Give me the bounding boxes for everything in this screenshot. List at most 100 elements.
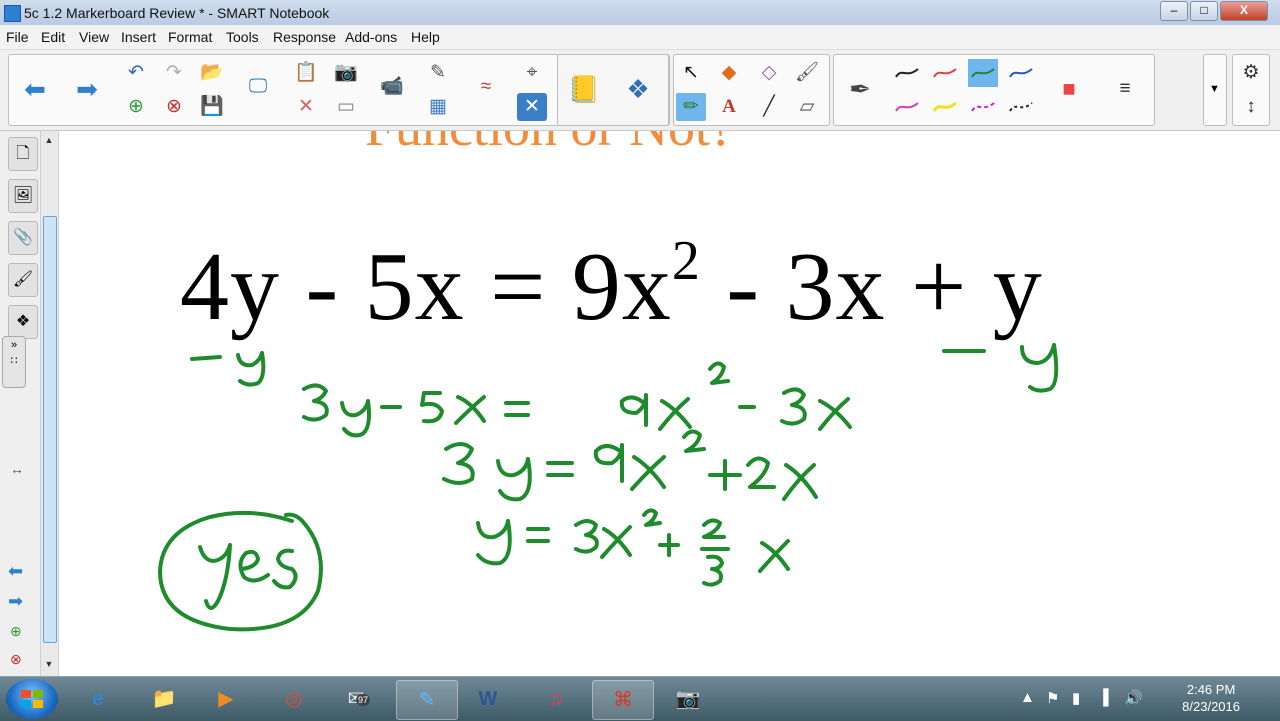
page-sorter-tab[interactable]: 🗋 — [8, 137, 38, 171]
smart-notebook-taskbar-icon[interactable]: ✎ — [396, 680, 458, 720]
fill-icon[interactable]: 🖌 — [792, 59, 822, 87]
pen-yellow-icon[interactable] — [930, 93, 960, 121]
acrobat-icon[interactable]: ⌘ — [592, 680, 654, 720]
show-hidden-icons[interactable]: ▲ — [1020, 689, 1035, 706]
eraser-icon[interactable]: ◇ — [754, 59, 784, 87]
screenshade-icon[interactable]: ▭ — [331, 93, 361, 121]
chrome-icon[interactable]: ◎ — [264, 680, 324, 718]
display-icon[interactable]: 🖵 — [243, 73, 273, 101]
table-icon[interactable]: ▦ — [423, 93, 453, 121]
delete-icon[interactable]: ✕ — [291, 93, 321, 121]
resize-icon[interactable]: ↔ — [10, 461, 24, 477]
toolbar-expand[interactable]: ▼ — [1203, 54, 1227, 126]
media-player-icon[interactable]: ▶ — [196, 680, 256, 718]
internet-explorer-icon[interactable]: e — [68, 680, 128, 718]
line-style-icon[interactable]: ≡ — [1110, 75, 1140, 103]
ink-circled-yes — [158, 510, 323, 632]
start-button[interactable] — [6, 679, 58, 719]
gallery-tab[interactable]: 🖼 — [8, 179, 38, 213]
notebook-page[interactable]: Function or Not? 4y - 5x = 9x2 - 3x + y … — [60, 131, 1280, 676]
menu-response[interactable]: Response — [273, 29, 336, 45]
scroll-up-icon[interactable]: ▲ — [43, 133, 55, 147]
shapes-icon[interactable]: ◆ — [714, 59, 744, 87]
toolbar-group-tools: ↖ ◆ ◇ 🖌 ✏ A ╱ ▱ — [673, 54, 830, 126]
back-arrow-icon[interactable]: ⬅ — [13, 61, 57, 117]
puzzle-icon[interactable]: ❖ — [616, 61, 660, 117]
file-explorer-icon[interactable]: 📁 — [134, 680, 194, 718]
pen-dashed-black-icon[interactable] — [1006, 93, 1036, 121]
pen-blue-icon[interactable] — [1006, 59, 1036, 87]
menu-help[interactable]: Help — [411, 29, 440, 45]
volume-icon[interactable]: 🔊 — [1124, 689, 1143, 707]
measurement-tools-icon[interactable]: ⌖ — [517, 59, 547, 87]
window-title: 5c 1.2 Markerboard Review * - SMART Note… — [24, 5, 330, 21]
add-ons-tab[interactable]: ❖ — [8, 305, 38, 339]
itunes-icon[interactable]: ♫ — [526, 680, 586, 718]
gear-icon[interactable]: ⚙ — [1236, 59, 1266, 87]
delete-page-icon[interactable]: ⊗ — [159, 93, 189, 121]
close-button[interactable]: X — [1220, 1, 1268, 21]
ink-line-1 — [302, 361, 852, 438]
clipboard-icon[interactable]: 📒 — [562, 61, 606, 117]
forward-arrow-icon[interactable]: ➡ — [65, 61, 109, 117]
previous-page-icon[interactable]: ⬅ — [8, 561, 23, 582]
side-panel: 🗋 🖼 📎 🖌 ❖ » ∷ ↔ ⬅ ➡ ⊕ ⊗ ▲ ▼ — [0, 131, 59, 676]
network-signal-icon[interactable]: ▐ — [1098, 689, 1109, 706]
minimize-button[interactable]: – — [1160, 1, 1188, 21]
pen-magenta-icon[interactable] — [892, 93, 922, 121]
battery-icon[interactable]: ▮ — [1072, 689, 1080, 707]
pen-dashed-magenta-icon[interactable] — [968, 93, 998, 121]
word-icon[interactable]: W — [458, 680, 518, 718]
scroll-thumb[interactable] — [43, 216, 57, 643]
vertical-scrollbar[interactable]: ▲ ▼ — [40, 131, 57, 676]
clear-ink-icon[interactable]: ≈ — [471, 73, 501, 101]
document-camera-taskbar-icon[interactable]: 📷 — [658, 680, 718, 718]
text-icon[interactable]: A — [714, 93, 744, 121]
pen-icon[interactable]: ✒ — [838, 61, 882, 117]
delete-page-small-icon[interactable]: ⊗ — [10, 651, 22, 668]
chevron-down-icon: ▼ — [1209, 83, 1220, 95]
add-page-small-icon[interactable]: ⊕ — [10, 623, 22, 640]
menu-add-ons[interactable]: Add-ons — [345, 29, 397, 45]
menu-view[interactable]: View — [79, 29, 109, 45]
pen-black-icon[interactable] — [892, 59, 922, 87]
redo-icon[interactable]: ↷ — [159, 59, 189, 87]
open-file-icon[interactable]: 📂 — [197, 59, 227, 87]
pen-red-icon[interactable] — [930, 59, 960, 87]
next-page-icon[interactable]: ➡ — [8, 591, 23, 612]
action-center-flag-icon[interactable]: ⚑ — [1046, 689, 1059, 707]
clock-time: 2:46 PM — [1186, 682, 1236, 697]
properties-tab[interactable]: 🖌 — [8, 263, 38, 297]
paste-icon[interactable]: 📋 — [291, 59, 321, 87]
select-icon[interactable]: ↖ — [676, 59, 706, 87]
ink-minus-y-left — [190, 351, 266, 387]
add-page-icon[interactable]: ⊕ — [121, 93, 151, 121]
document-camera-icon[interactable]: 📹 — [377, 73, 407, 101]
color-palette-icon[interactable]: ■ — [1054, 75, 1084, 103]
mail-icon[interactable]: ✉97 — [326, 680, 386, 718]
pen-green-icon[interactable] — [968, 59, 998, 87]
document-camera-pen-icon[interactable]: ✎ — [423, 59, 453, 87]
creative-pens-icon[interactable]: ✏ — [676, 93, 706, 121]
maximize-button[interactable]: □ — [1190, 1, 1218, 21]
taskbar: e 📁 ▶ ◎ ✉97 ✎ W ♫ ⌘ 📷 ▲ ⚑ ▮ ▐ 🔊 2:46 PM … — [0, 676, 1280, 721]
menu-insert[interactable]: Insert — [121, 29, 156, 45]
camera-icon[interactable]: 📷 — [331, 59, 361, 87]
line-icon[interactable]: ╱ — [754, 93, 784, 121]
undo-icon[interactable]: ↶ — [121, 59, 151, 87]
mail-badge: 97 — [356, 694, 371, 706]
eraser-tool-icon[interactable]: ▱ — [792, 93, 822, 121]
menu-edit[interactable]: Edit — [41, 29, 65, 45]
close-tool-icon[interactable]: ✕ — [517, 93, 547, 121]
menu-format[interactable]: Format — [168, 29, 212, 45]
attachments-tab[interactable]: 📎 — [8, 221, 38, 255]
menu-tools[interactable]: Tools — [226, 29, 259, 45]
scroll-down-icon[interactable]: ▼ — [43, 657, 55, 671]
menu-file[interactable]: File — [6, 29, 29, 45]
updown-icon[interactable]: ↕ — [1236, 93, 1266, 121]
collapse-panel-handle[interactable]: » ∷ — [2, 336, 26, 388]
system-tray: ▲ ⚑ ▮ ▐ 🔊 2:46 PM 8/23/2016 — [1020, 677, 1270, 721]
clock[interactable]: 2:46 PM 8/23/2016 — [1182, 681, 1240, 715]
save-icon[interactable]: 💾 — [197, 93, 227, 121]
menu-bar: File Edit View Insert Format Tools Respo… — [0, 25, 1280, 50]
